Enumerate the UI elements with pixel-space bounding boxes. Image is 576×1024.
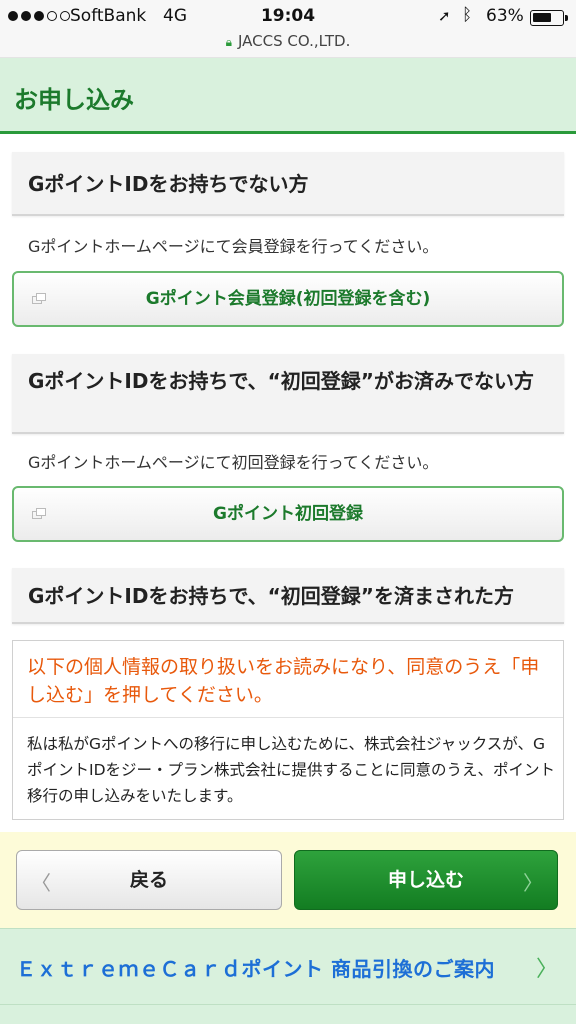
agreement-warning: 以下の個人情報の取り扱いをお読みになり、同意のうえ「申し込む」を押してください。 [27,656,540,706]
url-text: JACCS CO.,LTD. [238,32,351,50]
status-bar: SoftBank 4G 19:04 ➚ ᛒ 63% 🔒︎ JACCS CO.,LT… [0,0,576,58]
extreme-card-guide-link[interactable]: ＥｘｔｒｅｍｅＣａｒｄポイント 商品引換のご案内 〉 [0,928,576,1004]
status-row: SoftBank 4G 19:04 ➚ ᛒ 63% [0,4,576,30]
section-description: Gポイントホームページにて初回登録を行ってください。 [28,453,439,472]
agreement-box: 以下の個人情報の取り扱いをお読みになり、同意のうえ「申し込む」を押してください。… [12,640,564,820]
chevron-right-icon: 〉 [535,957,558,982]
divider [13,717,563,718]
button-label: Gポイント会員登録(初回登録を含む) [145,289,431,309]
url-bar[interactable]: 🔒︎ JACCS CO.,LTD. [0,32,576,50]
apply-button-label: 申し込む [387,869,464,891]
section-heading-no-id: GポイントIDをお持ちでない方 [12,152,564,216]
location-arrow-icon: ➚ [438,7,451,25]
chevron-right-icon: 〉 [523,871,543,895]
gpoint-member-register-button[interactable]: Gポイント会員登録(初回登録を含む) [12,271,564,327]
section-description: Gポイントホームページにて会員登録を行ってください。 [28,237,439,256]
next-link-strip[interactable] [0,1004,576,1024]
link-label: ＥｘｔｒｅｍｅＣａｒｄポイント 商品引換のご案内 [16,957,495,981]
section-heading-text: GポイントIDをお持ちでない方 [28,172,309,196]
section-heading-text: GポイントIDをお持ちで、“初回登録”を済まされた方 [28,584,514,608]
page-header: お申し込み [0,58,576,134]
back-button[interactable]: 〈 戻る [16,850,282,910]
section-heading-registered: GポイントIDをお持ちで、“初回登録”を済まされた方 [12,568,564,624]
agreement-text: 私は私がGポイントへの移行に申し込むために、株式会社ジャックスが、GポイントID… [27,735,556,805]
gpoint-initial-register-button[interactable]: Gポイント初回登録 [12,486,564,542]
back-button-label: 戻る [129,869,168,891]
lock-icon: 🔒︎ [225,35,232,49]
battery-percent: 63% [486,6,524,26]
section-heading-not-initial-registered: GポイントIDをお持ちで、“初回登録”がお済みでない方 [12,354,564,434]
apply-button[interactable]: 申し込む 〉 [294,850,558,910]
button-label: Gポイント初回登録 [213,504,363,524]
section-heading-text: GポイントIDをお持ちで、“初回登録”がお済みでない方 [28,369,534,393]
page-title: お申し込み [14,86,134,114]
action-bar: 〈 戻る 申し込む 〉 [0,832,576,928]
bluetooth-icon: ᛒ [462,5,473,25]
battery-icon [530,10,568,26]
